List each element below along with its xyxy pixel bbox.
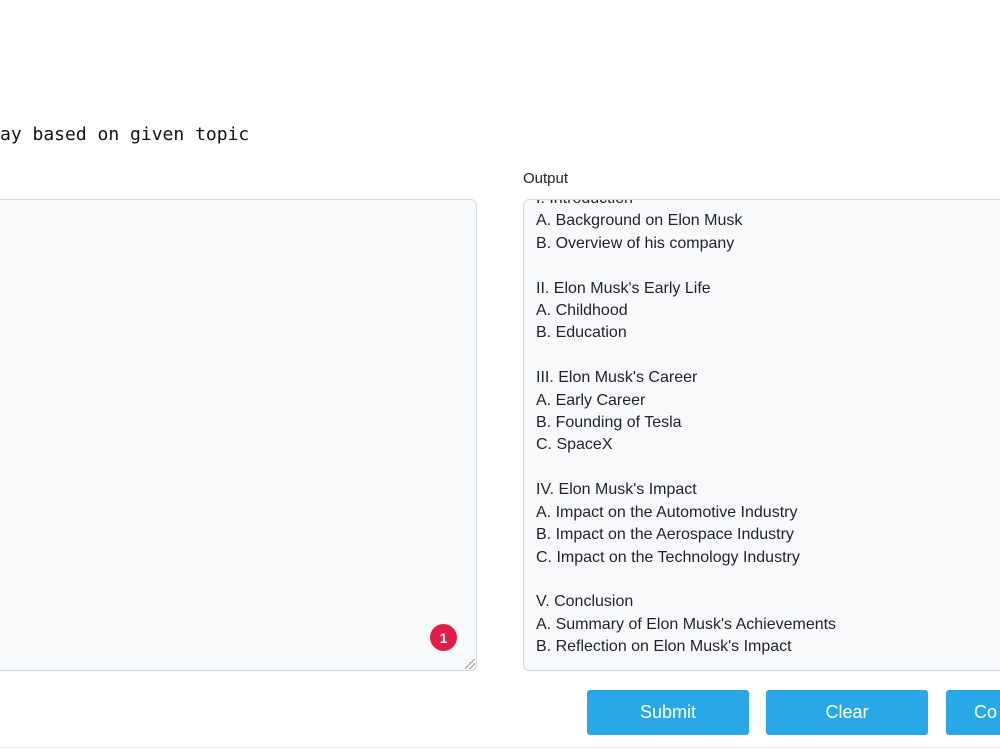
- clear-button[interactable]: Clear: [766, 690, 928, 735]
- prompt-subtitle: ay based on given topic: [0, 124, 250, 145]
- output-box[interactable]: I. Introduction A. Background on Elon Mu…: [523, 199, 1000, 671]
- output-label: Output: [523, 170, 569, 187]
- output-text: I. Introduction A. Background on Elon Mu…: [536, 200, 837, 656]
- submit-button[interactable]: Submit: [587, 690, 749, 735]
- copy-button[interactable]: Co: [946, 690, 1000, 735]
- resize-handle-icon[interactable]: [465, 659, 475, 669]
- divider: [0, 747, 1000, 748]
- topic-input[interactable]: [0, 199, 477, 671]
- notification-badge: 1: [430, 624, 457, 651]
